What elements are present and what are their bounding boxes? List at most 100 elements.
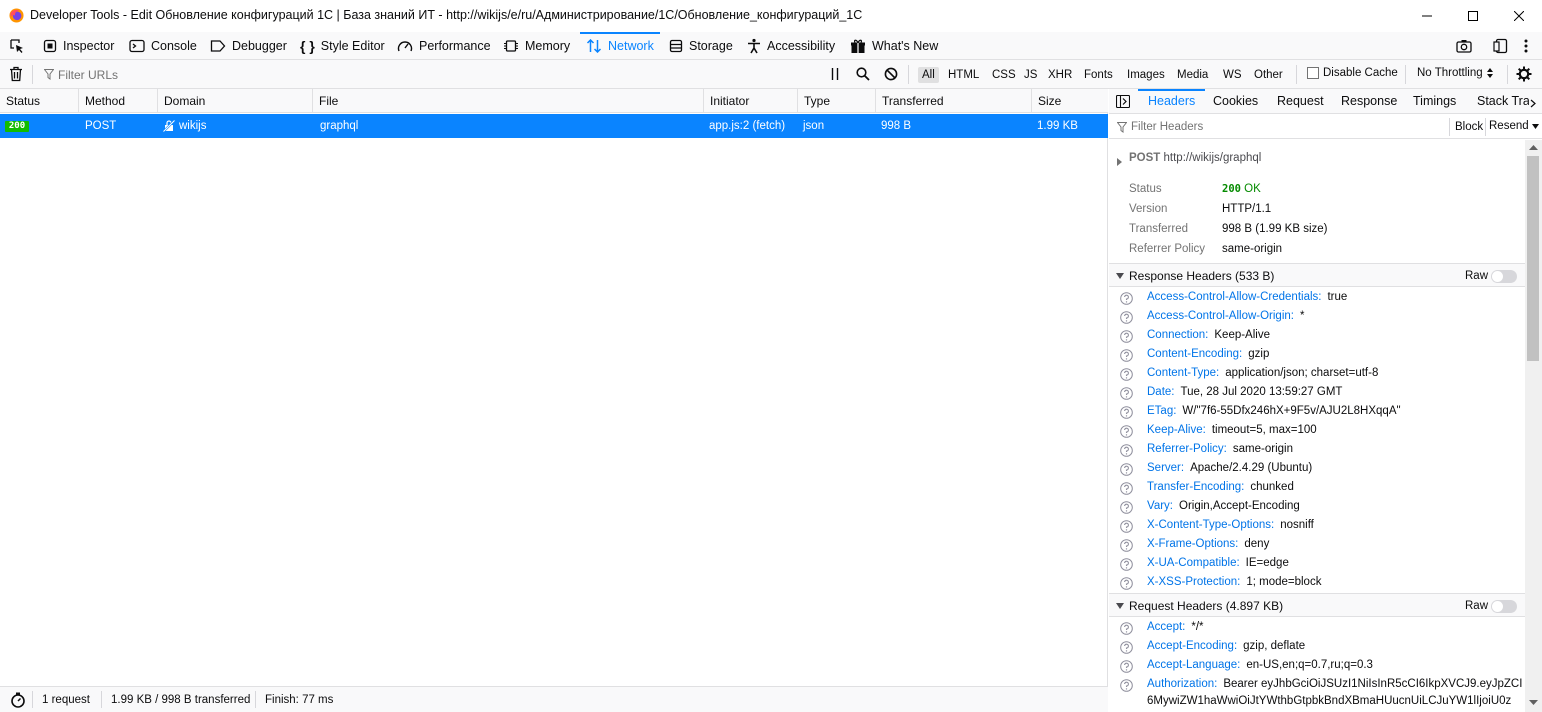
tab-stack-trace[interactable]: Stack Trac bbox=[1477, 89, 1529, 114]
raw-request-headers-toggle[interactable] bbox=[1491, 600, 1517, 613]
close-button[interactable] bbox=[1496, 0, 1542, 32]
column-header-size[interactable]: Size bbox=[1032, 89, 1108, 113]
help-icon[interactable] bbox=[1120, 425, 1133, 438]
tab-inspector[interactable]: Inspector bbox=[43, 32, 114, 60]
dock-toggle-button[interactable] bbox=[1493, 32, 1509, 60]
header-row[interactable]: Accept: */* bbox=[1109, 619, 1525, 638]
tabs-overflow-button[interactable] bbox=[1530, 97, 1536, 111]
help-icon[interactable] bbox=[1120, 641, 1133, 654]
filter-type-html[interactable]: HTML bbox=[944, 67, 983, 83]
header-row[interactable]: X-Content-Type-Options: nosniff bbox=[1109, 517, 1525, 536]
column-header-method[interactable]: Method bbox=[79, 89, 158, 113]
tab-memory[interactable]: Memory bbox=[503, 32, 570, 60]
element-picker-button[interactable] bbox=[9, 32, 25, 60]
request-headers-section[interactable]: Request Headers (4.897 KB) Raw bbox=[1109, 593, 1525, 617]
filter-type-ws[interactable]: WS bbox=[1219, 67, 1246, 83]
filter-urls-input[interactable]: Filter URLs bbox=[58, 68, 118, 82]
throttling-select[interactable]: No Throttling bbox=[1417, 67, 1493, 79]
filter-type-js[interactable]: JS bbox=[1020, 67, 1041, 83]
column-header-transferred[interactable]: Transferred bbox=[876, 89, 1032, 113]
help-icon[interactable] bbox=[1120, 577, 1133, 590]
tab-storage[interactable]: Storage bbox=[669, 32, 733, 60]
help-icon[interactable] bbox=[1120, 482, 1133, 495]
help-icon[interactable] bbox=[1120, 679, 1133, 692]
header-row[interactable]: Connection: Keep-Alive bbox=[1109, 327, 1525, 346]
column-header-initiator[interactable]: Initiator bbox=[704, 89, 798, 113]
resend-button[interactable]: Resend bbox=[1489, 120, 1539, 132]
help-icon[interactable] bbox=[1120, 463, 1133, 476]
block-button[interactable]: Block bbox=[1455, 121, 1483, 133]
filter-type-css[interactable]: CSS bbox=[988, 67, 1020, 83]
response-headers-section[interactable]: Response Headers (533 B) Raw bbox=[1109, 263, 1525, 287]
tab-timings[interactable]: Timings bbox=[1413, 89, 1456, 114]
network-settings-button[interactable] bbox=[1516, 66, 1532, 85]
help-icon[interactable] bbox=[1120, 660, 1133, 673]
tab-cookies[interactable]: Cookies bbox=[1213, 89, 1258, 114]
column-header-type[interactable]: Type bbox=[798, 89, 876, 113]
clear-button[interactable] bbox=[9, 66, 23, 85]
tab-network[interactable]: Network bbox=[580, 32, 660, 60]
header-row[interactable]: Server: Apache/2.4.29 (Ubuntu) bbox=[1109, 460, 1525, 479]
tab-headers[interactable]: Headers bbox=[1137, 89, 1206, 114]
help-icon[interactable] bbox=[1120, 406, 1133, 419]
block-urls-button[interactable] bbox=[884, 67, 898, 84]
filter-type-images[interactable]: Images bbox=[1123, 67, 1169, 83]
header-row[interactable]: Vary: Origin,Accept-Encoding bbox=[1109, 498, 1525, 517]
header-row[interactable]: X-UA-Compatible: IE=edge bbox=[1109, 555, 1525, 574]
header-row[interactable]: X-XSS-Protection: 1; mode=block bbox=[1109, 574, 1525, 593]
filter-type-media[interactable]: Media bbox=[1173, 67, 1212, 83]
header-row[interactable]: X-Frame-Options: deny bbox=[1109, 536, 1525, 555]
help-icon[interactable] bbox=[1120, 387, 1133, 400]
help-icon[interactable] bbox=[1120, 349, 1133, 362]
header-row[interactable]: Accept-Language: en-US,en;q=0.7,ru;q=0.3 bbox=[1109, 657, 1525, 676]
header-row[interactable]: Accept-Encoding: gzip, deflate bbox=[1109, 638, 1525, 657]
minimize-button[interactable] bbox=[1404, 0, 1450, 32]
column-header-status[interactable]: Status bbox=[0, 89, 79, 113]
help-icon[interactable] bbox=[1120, 444, 1133, 457]
headers-scrollbar[interactable] bbox=[1525, 140, 1542, 712]
header-row[interactable]: Access-Control-Allow-Origin: * bbox=[1109, 308, 1525, 327]
tab-request[interactable]: Request bbox=[1277, 89, 1324, 114]
tab-style-editor[interactable]: { } Style Editor bbox=[300, 32, 385, 60]
filter-type-xhr[interactable]: XHR bbox=[1044, 67, 1076, 83]
expand-arrow-icon[interactable] bbox=[1117, 155, 1122, 169]
tab-debugger[interactable]: Debugger bbox=[210, 32, 287, 60]
tab-accessibility[interactable]: Accessibility bbox=[747, 32, 835, 60]
raw-response-headers-toggle[interactable] bbox=[1491, 270, 1517, 283]
header-row[interactable]: Transfer-Encoding: chunked bbox=[1109, 479, 1525, 498]
help-icon[interactable] bbox=[1120, 311, 1133, 324]
header-row[interactable]: ETag: W/"7f6-55Dfx246hX+9F5v/AJU2L8HXqqA" bbox=[1109, 403, 1525, 422]
help-icon[interactable] bbox=[1120, 368, 1133, 381]
disable-cache-checkbox[interactable]: Disable Cache bbox=[1307, 67, 1398, 79]
toggle-panel-button[interactable] bbox=[1115, 94, 1131, 111]
header-row[interactable]: Content-Type: application/json; charset=u… bbox=[1109, 365, 1525, 384]
more-options-button[interactable] bbox=[1523, 32, 1529, 60]
screenshot-button[interactable] bbox=[1456, 32, 1472, 60]
cell-initiator[interactable]: app.js:2 (fetch) bbox=[709, 114, 785, 138]
filter-headers-input[interactable]: Filter Headers bbox=[1131, 121, 1203, 133]
header-row[interactable]: Access-Control-Allow-Credentials: true bbox=[1109, 289, 1525, 308]
request-url[interactable]: http://wikijs/graphql bbox=[1164, 152, 1262, 164]
help-icon[interactable] bbox=[1120, 622, 1133, 635]
header-row[interactable]: Keep-Alive: timeout=5, max=100 bbox=[1109, 422, 1525, 441]
performance-analysis-button[interactable] bbox=[10, 692, 26, 711]
header-row[interactable]: Content-Encoding: gzip bbox=[1109, 346, 1525, 365]
table-row[interactable]: 200 POST wikijs graphql app.js:2 (fetch)… bbox=[0, 114, 1108, 138]
help-icon[interactable] bbox=[1120, 558, 1133, 571]
filter-type-fonts[interactable]: Fonts bbox=[1080, 67, 1117, 83]
pause-button[interactable] bbox=[830, 68, 840, 83]
scrollbar-thumb[interactable] bbox=[1527, 156, 1539, 361]
tab-console[interactable]: Console bbox=[129, 32, 197, 60]
filter-type-other[interactable]: Other bbox=[1250, 67, 1287, 83]
header-row[interactable]: Referrer-Policy: same-origin bbox=[1109, 441, 1525, 460]
tab-performance[interactable]: Performance bbox=[397, 32, 491, 60]
header-row[interactable]: Authorization: Bearer eyJhbGciOiJSUzI1NiI… bbox=[1109, 676, 1525, 695]
search-button[interactable] bbox=[856, 67, 870, 84]
column-header-domain[interactable]: Domain bbox=[158, 89, 313, 113]
header-row[interactable]: Date: Tue, 28 Jul 2020 13:59:27 GMT bbox=[1109, 384, 1525, 403]
help-icon[interactable] bbox=[1120, 292, 1133, 305]
help-icon[interactable] bbox=[1120, 539, 1133, 552]
help-icon[interactable] bbox=[1120, 330, 1133, 343]
tab-response[interactable]: Response bbox=[1341, 89, 1397, 114]
filter-type-all[interactable]: All bbox=[918, 67, 939, 83]
